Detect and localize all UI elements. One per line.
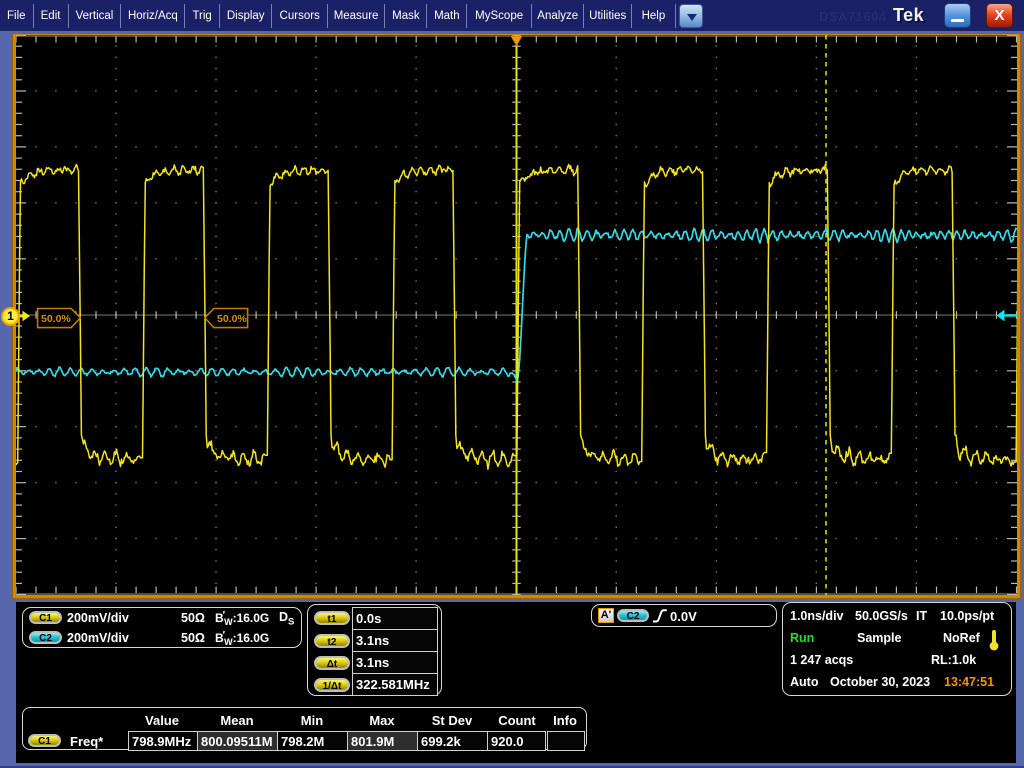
svg-text:50.0%: 50.0% [217,313,247,325]
svg-text:50.0%: 50.0% [41,313,71,325]
